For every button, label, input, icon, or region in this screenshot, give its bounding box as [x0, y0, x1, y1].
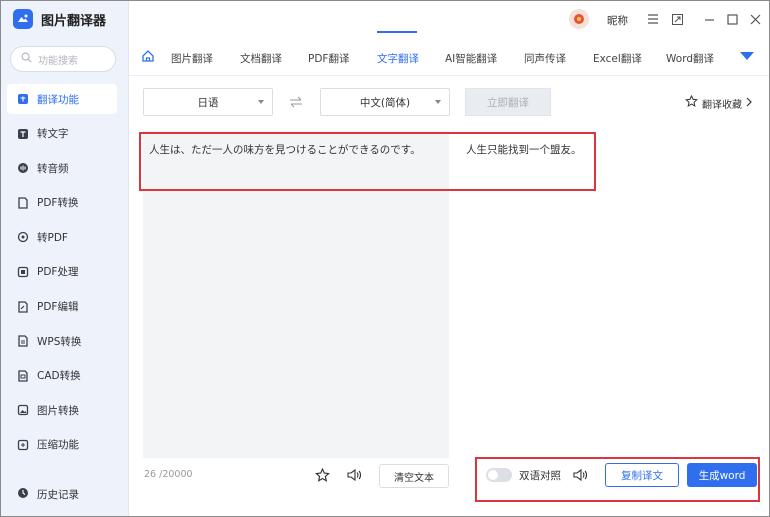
source-language-value: 日语 — [197, 96, 219, 109]
app-window: 图片翻译器 功能搜索 翻译功能 转文字 转音频 PDF转换 转PDF PDF处理… — [0, 0, 770, 517]
minimize-icon[interactable] — [702, 12, 716, 26]
function-search-input[interactable]: 功能搜索 — [10, 46, 116, 72]
favorite-star-icon[interactable] — [313, 466, 331, 484]
sidebar-item-pdf-edit[interactable]: PDF编辑 — [7, 292, 117, 322]
search-icon — [21, 52, 32, 66]
speaker-icon[interactable] — [346, 466, 364, 484]
sidebar-item-label: PDF处理 — [37, 266, 79, 279]
brand: 图片翻译器 — [13, 9, 106, 29]
cad-icon — [17, 370, 29, 382]
user-avatar[interactable] — [569, 9, 589, 29]
highlight-box-actions — [475, 457, 760, 502]
image-icon — [17, 404, 29, 416]
title-bar: 昵称 — [129, 1, 769, 39]
sidebar: 图片翻译器 功能搜索 翻译功能 转文字 转音频 PDF转换 转PDF PDF处理… — [1, 1, 129, 516]
sidebar-item-label: 转音频 — [37, 162, 69, 175]
tab-word-translate[interactable]: Word翻译 — [666, 51, 714, 66]
more-tabs-dropdown-icon[interactable] — [740, 52, 754, 64]
wps-icon — [17, 335, 29, 347]
audio-icon — [17, 162, 29, 174]
translation-tabs: 图片翻译 文档翻译 PDF翻译 文字翻译 AI智能翻译 同声传译 Excel翻译… — [129, 41, 769, 76]
favorites-label: 翻译收藏 — [702, 99, 742, 111]
history-label: 历史记录 — [37, 489, 79, 501]
pdf-process-icon — [17, 266, 29, 278]
translation-favorites-link[interactable]: 翻译收藏 — [685, 94, 753, 111]
active-tab-indicator — [377, 31, 417, 33]
sidebar-item-to-pdf[interactable]: 转PDF — [7, 222, 117, 252]
sidebar-item-image-convert[interactable]: 图片转换 — [7, 395, 117, 425]
translate-icon — [17, 93, 29, 105]
sidebar-item-label: 压缩功能 — [37, 439, 79, 452]
close-icon[interactable] — [748, 12, 762, 26]
sidebar-item-wps-convert[interactable]: WPS转换 — [7, 326, 117, 356]
maximize-icon[interactable] — [725, 12, 739, 26]
sidebar-item-label: 转PDF — [37, 231, 68, 244]
translate-now-button[interactable]: 立即翻译 — [465, 88, 551, 116]
pdf-edit-icon — [17, 300, 29, 313]
target-language-select[interactable]: 中文(简体) — [320, 88, 450, 116]
home-icon[interactable] — [141, 49, 155, 66]
history-clock-icon — [17, 487, 29, 502]
char-count-value: 26 — [144, 469, 157, 480]
search-placeholder: 功能搜索 — [38, 55, 78, 67]
swap-languages-icon[interactable] — [287, 93, 305, 111]
chevron-right-icon — [746, 97, 753, 110]
sidebar-nav: 翻译功能 转文字 转音频 PDF转换 转PDF PDF处理 PDF编辑 WPS转… — [7, 84, 117, 465]
sidebar-item-label: 转文字 — [37, 128, 69, 141]
tab-simultaneous-interpretation[interactable]: 同声传译 — [524, 51, 566, 66]
chevron-down-icon — [258, 100, 264, 104]
sidebar-item-pdf-convert[interactable]: PDF转换 — [7, 188, 117, 218]
favorites-star-icon — [685, 94, 698, 111]
app-logo-icon — [13, 9, 33, 29]
character-count: 26 /20000 — [144, 469, 193, 480]
sidebar-item-to-audio[interactable]: 转音频 — [7, 153, 117, 183]
sidebar-item-label: PDF编辑 — [37, 301, 79, 314]
user-nickname[interactable]: 昵称 — [607, 13, 628, 28]
text-icon — [17, 128, 29, 140]
chevron-down-icon — [435, 100, 441, 104]
menu-icon[interactable] — [646, 12, 660, 26]
sidebar-item-pdf-process[interactable]: PDF处理 — [7, 257, 117, 287]
tab-document-translate[interactable]: 文档翻译 — [240, 51, 282, 66]
sidebar-item-history[interactable]: 历史记录 — [17, 487, 79, 502]
target-language-value: 中文(简体) — [359, 96, 411, 109]
sidebar-item-label: WPS转换 — [37, 335, 82, 348]
sidebar-item-label: 翻译功能 — [37, 93, 79, 106]
highlight-box-text — [139, 132, 596, 191]
sidebar-item-cad-convert[interactable]: CAD转换 — [7, 361, 117, 391]
tab-pdf-translate[interactable]: PDF翻译 — [308, 51, 349, 66]
tab-ai-translate[interactable]: AI智能翻译 — [445, 51, 497, 66]
sidebar-item-compress[interactable]: 压缩功能 — [7, 430, 117, 460]
char-limit-value: /20000 — [159, 469, 193, 480]
sidebar-item-label: CAD转换 — [37, 370, 81, 383]
sidebar-item-to-text[interactable]: 转文字 — [7, 119, 117, 149]
app-title: 图片翻译器 — [41, 13, 107, 29]
sidebar-item-translate[interactable]: 翻译功能 — [7, 84, 117, 114]
compress-icon — [17, 439, 29, 451]
clear-text-button[interactable]: 清空文本 — [379, 464, 449, 488]
tab-excel-translate[interactable]: Excel翻译 — [593, 51, 642, 66]
pdf-convert-icon — [17, 197, 29, 209]
tab-image-translate[interactable]: 图片翻译 — [171, 51, 213, 66]
source-language-select[interactable]: 日语 — [143, 88, 273, 116]
sidebar-item-label: 图片转换 — [37, 404, 79, 417]
sidebar-item-label: PDF转换 — [37, 197, 79, 210]
to-pdf-icon — [17, 231, 29, 243]
tab-text-translate[interactable]: 文字翻译 — [377, 51, 419, 66]
fullscreen-icon[interactable] — [670, 12, 684, 26]
